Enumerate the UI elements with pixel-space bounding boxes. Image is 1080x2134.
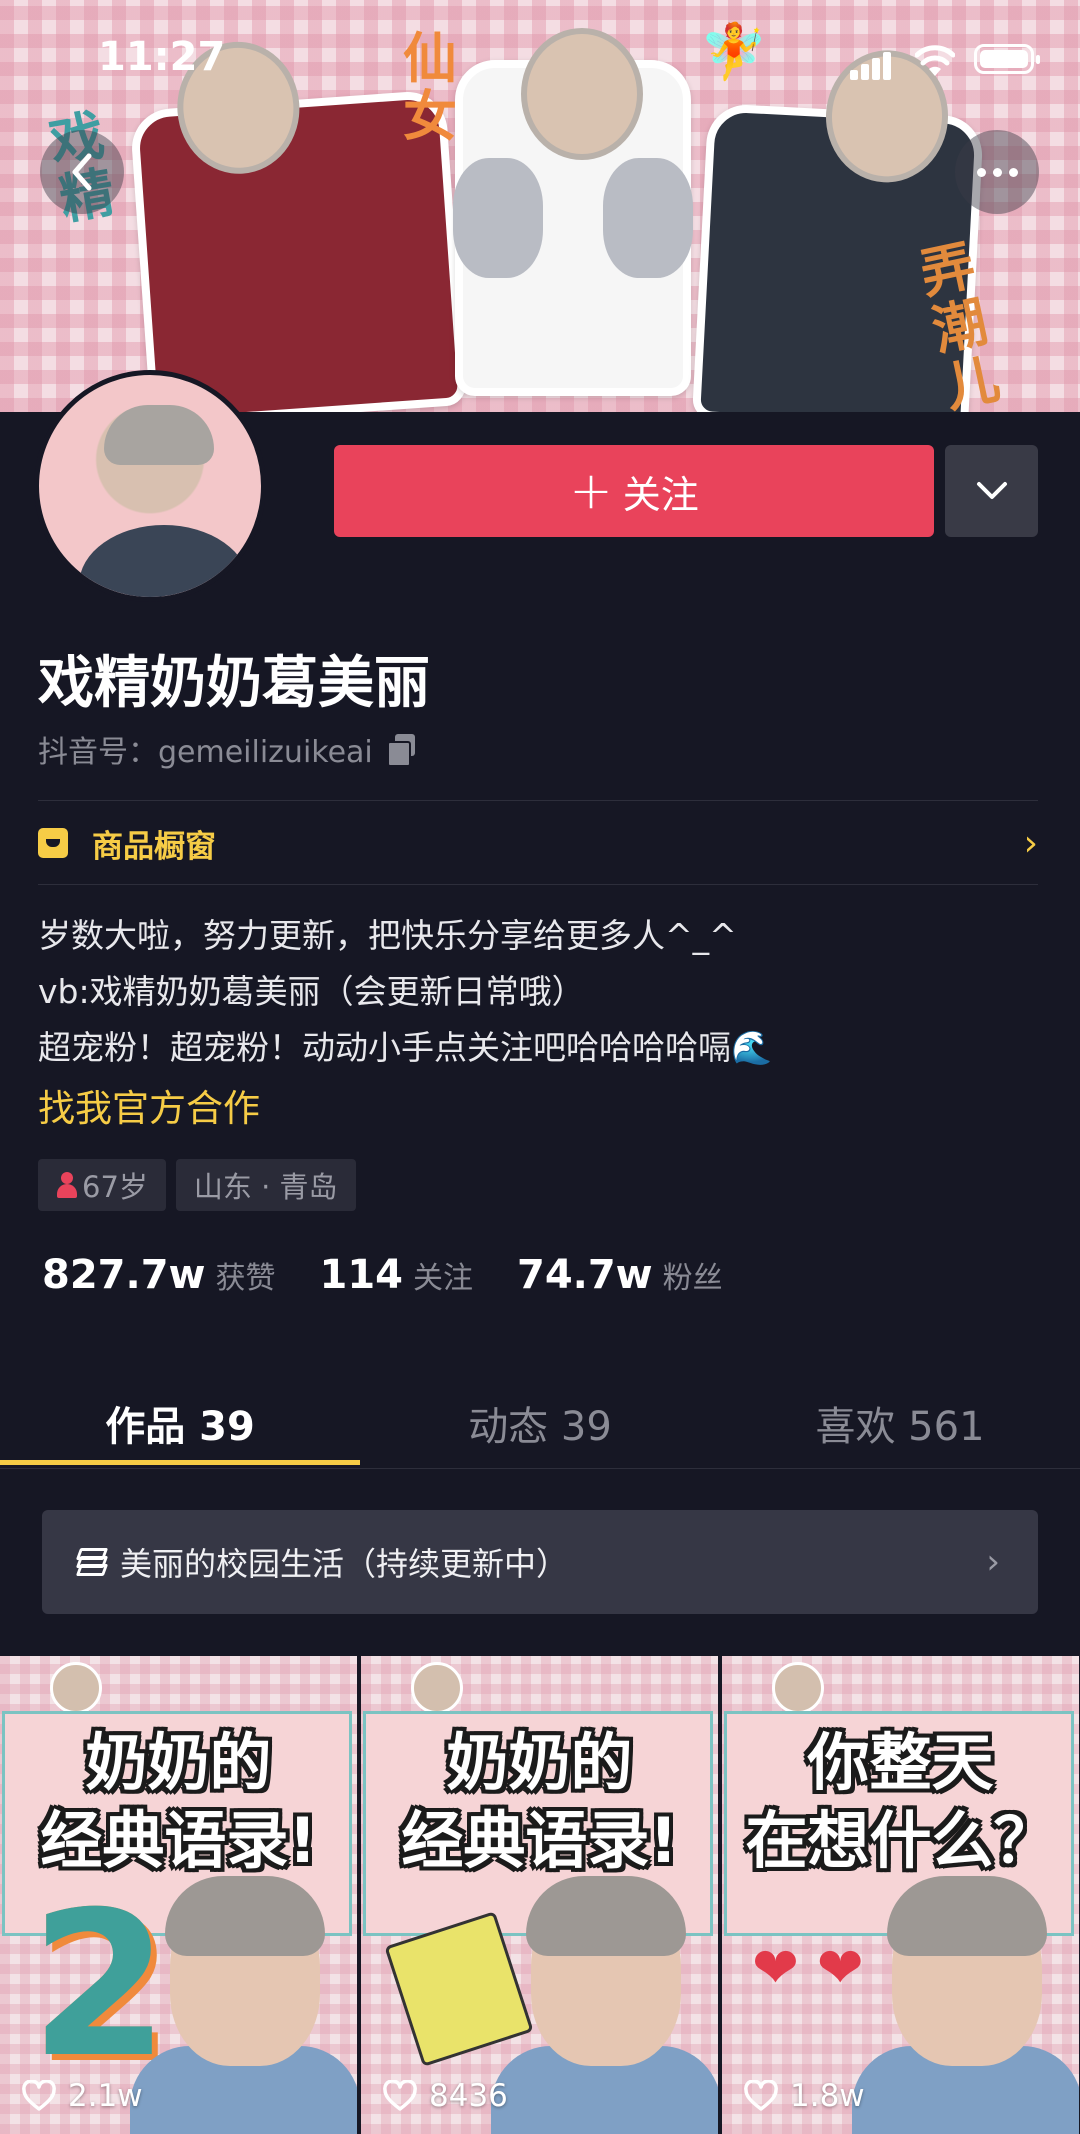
signal-icon bbox=[850, 50, 891, 80]
layers-icon bbox=[75, 1546, 109, 1578]
female-icon bbox=[56, 1172, 78, 1198]
official-cooperation-link[interactable]: 找我官方合作 bbox=[38, 1078, 260, 1132]
douyin-id: gemeilizuikeai bbox=[158, 735, 373, 770]
video-thumbnail[interactable]: 奶奶的 经典语录! 2 2.1w bbox=[0, 1656, 357, 2134]
follow-button[interactable]: + 关注 bbox=[334, 445, 934, 537]
stat-value: 114 bbox=[319, 1252, 403, 1298]
tab-posts[interactable]: 动态 39 bbox=[360, 1378, 720, 1468]
battery-icon bbox=[974, 44, 1040, 74]
age-tag: 67岁 bbox=[38, 1159, 166, 1211]
chevron-right-icon: › bbox=[986, 1542, 1000, 1582]
shop-icon bbox=[38, 828, 68, 858]
bio-line: 超宠粉！超宠粉！动动小手点关注吧哈哈哈哈嗝🌊 bbox=[38, 1028, 773, 1067]
tab-liked[interactable]: 喜欢 561 bbox=[720, 1378, 1080, 1468]
status-time: 11:27 bbox=[98, 34, 226, 80]
banner-figure-center bbox=[453, 28, 693, 396]
like-count: 8436 bbox=[383, 2078, 508, 2114]
heart-icon bbox=[744, 2080, 778, 2111]
copy-icon[interactable] bbox=[386, 734, 417, 767]
mini-avatar-sticker bbox=[772, 1662, 824, 1714]
video-title-line: 在想什么？ bbox=[745, 1804, 1056, 1877]
figure-hair bbox=[165, 1876, 325, 1956]
recommend-dropdown-button[interactable] bbox=[945, 445, 1038, 537]
divider bbox=[38, 884, 1038, 885]
mini-avatar-sticker bbox=[411, 1662, 463, 1714]
shop-window-row[interactable]: 商品橱窗 › bbox=[38, 803, 1038, 883]
video-title-line: 你整天 bbox=[807, 1726, 994, 1799]
stat-label: 关注 bbox=[412, 1261, 473, 1296]
stat-followers[interactable]: 74.7w 粉丝 bbox=[517, 1252, 723, 1298]
episode-number: 2 bbox=[30, 1869, 170, 2102]
follow-label: 关注 bbox=[622, 472, 699, 517]
location-tag: 山东 · 青岛 bbox=[175, 1159, 356, 1211]
hearts-sticker: ❤ ❤ bbox=[752, 1936, 864, 2001]
wifi-icon bbox=[915, 45, 955, 76]
plus-icon: + bbox=[569, 461, 613, 521]
video-title: 奶奶的 经典语录! bbox=[361, 1724, 718, 1880]
active-tab-indicator bbox=[0, 1460, 360, 1465]
video-title-line: 奶奶的 bbox=[446, 1726, 633, 1799]
like-count-value: 2.1w bbox=[68, 2078, 143, 2114]
back-icon bbox=[72, 153, 92, 191]
stat-following[interactable]: 114 关注 bbox=[319, 1252, 473, 1298]
stat-likes: 827.7w 获赞 bbox=[42, 1252, 275, 1298]
avatar[interactable] bbox=[34, 370, 266, 602]
stat-value: 74.7w bbox=[516, 1252, 653, 1298]
video-title: 奶奶的 经典语录! bbox=[0, 1724, 357, 1880]
like-count: 2.1w bbox=[22, 2078, 143, 2114]
video-title: 你整天 在想什么？ bbox=[722, 1724, 1079, 1880]
douyin-id-row: 抖音号：gemeilizuikeai bbox=[38, 727, 417, 771]
bio-line: vb:戏精奶奶葛美丽（会更新日常哦） bbox=[38, 972, 585, 1011]
content-tabs: 作品 39 动态 39 喜欢 561 bbox=[0, 1378, 1080, 1468]
chevron-down-icon bbox=[976, 482, 1007, 499]
like-count-value: 8436 bbox=[429, 2078, 508, 2114]
stat-label: 粉丝 bbox=[662, 1261, 723, 1296]
profile-stats: 827.7w 获赞 114 关注 74.7w 粉丝 bbox=[42, 1252, 767, 1298]
tab-works[interactable]: 作品 39 bbox=[0, 1378, 360, 1468]
heart-icon bbox=[383, 2080, 417, 2111]
bio: 岁数大啦，努力更新，把快乐分享给更多人^_^ vb:戏精奶奶葛美丽（会更新日常哦… bbox=[38, 908, 772, 1076]
mini-avatar-sticker bbox=[50, 1662, 102, 1714]
chevron-right-icon: › bbox=[1023, 822, 1038, 864]
collection-title: 美丽的校园生活（持续更新中） bbox=[120, 1545, 569, 1583]
more-icon bbox=[976, 167, 1018, 177]
collection-banner[interactable]: 美丽的校园生活（持续更新中） › bbox=[42, 1510, 1038, 1614]
divider bbox=[0, 1468, 1080, 1469]
figure-hair bbox=[526, 1876, 686, 1956]
figure-hair bbox=[887, 1876, 1047, 1956]
bio-line: 岁数大啦，努力更新，把快乐分享给更多人^_^ bbox=[38, 916, 737, 955]
heart-icon bbox=[22, 2080, 56, 2111]
douyin-id-label: 抖音号： bbox=[38, 735, 158, 770]
age-value: 67岁 bbox=[82, 1170, 148, 1204]
video-grid: 奶奶的 经典语录! 2 2.1w 奶奶的 经典语录! 8436 你整天 在想什么… bbox=[0, 1656, 1080, 2134]
profile-name: 戏精奶奶葛美丽 bbox=[38, 651, 430, 716]
video-title-line: 奶奶的 bbox=[85, 1726, 272, 1799]
like-count-value: 1.8w bbox=[790, 2078, 865, 2114]
shop-label: 商品橱窗 bbox=[92, 828, 216, 865]
stat-label: 获赞 bbox=[215, 1261, 276, 1296]
video-thumbnail[interactable]: 你整天 在想什么？ ❤ ❤ 1.8w bbox=[722, 1656, 1079, 2134]
status-bar: 11:27 bbox=[0, 30, 1080, 90]
back-button[interactable] bbox=[40, 130, 124, 214]
video-thumbnail[interactable]: 奶奶的 经典语录! 8436 bbox=[361, 1656, 718, 2134]
like-count: 1.8w bbox=[744, 2078, 865, 2114]
more-button[interactable] bbox=[955, 130, 1039, 214]
divider bbox=[38, 800, 1038, 801]
stat-value: 827.7w bbox=[42, 1252, 206, 1298]
video-title-line: 经典语录! bbox=[401, 1804, 678, 1877]
profile-tags: 67岁 山东 · 青岛 bbox=[38, 1159, 356, 1211]
